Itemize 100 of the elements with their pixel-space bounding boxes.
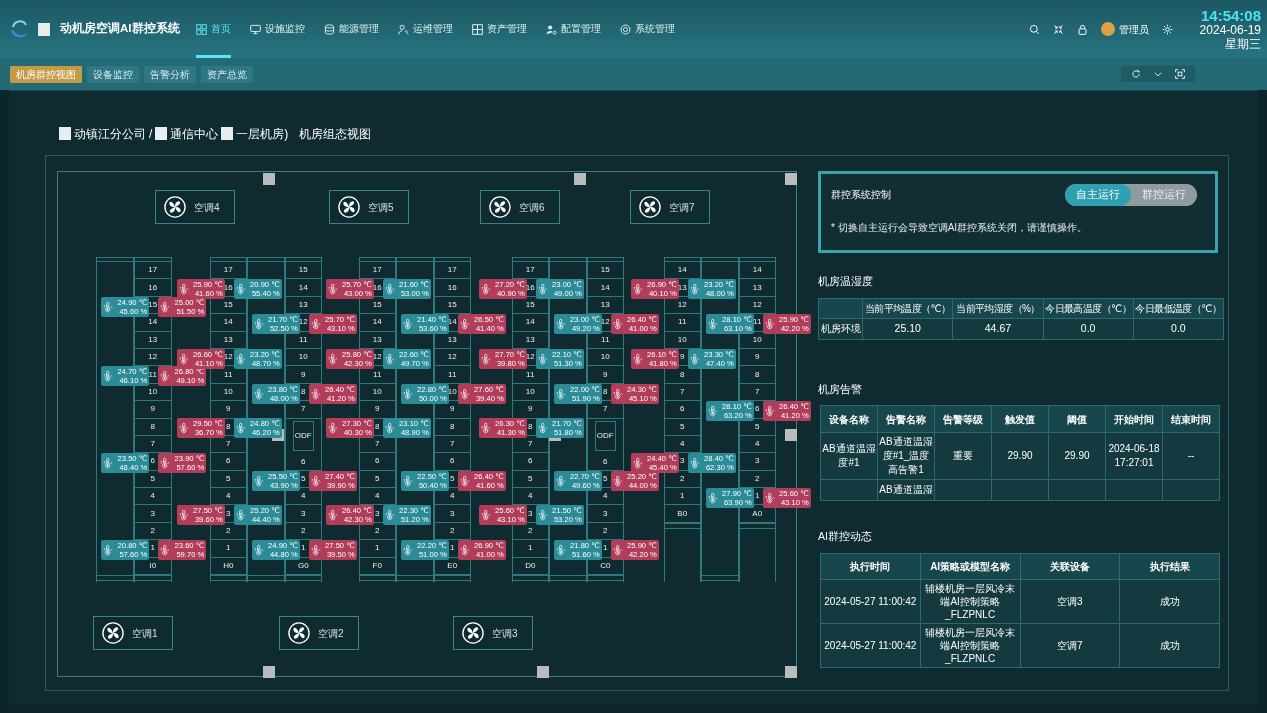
- rack-unit: 9: [434, 401, 470, 419]
- rack-unit: 5: [210, 470, 246, 489]
- rack-unit: 11: [587, 331, 623, 349]
- ac-unit[interactable]: 空调4: [155, 190, 235, 224]
- thermometer-icon: [537, 509, 548, 522]
- rack-unit: 1: [210, 540, 246, 558]
- ac-unit[interactable]: 空调6: [480, 190, 560, 224]
- thermometer-icon: [480, 509, 491, 522]
- square-marker: [263, 666, 275, 678]
- table-cell: 29.90: [991, 432, 1049, 480]
- rack-unit: F0: [359, 557, 395, 576]
- rack-unit: 7: [210, 435, 246, 454]
- clock-date: 2024-06-19: [1199, 23, 1261, 38]
- rack-unit: 11: [210, 366, 246, 384]
- square-marker: [785, 173, 797, 185]
- rack-unit: 13: [434, 331, 470, 349]
- rack-unit: 10: [210, 383, 246, 402]
- nav-link[interactable]: 资产管理: [471, 0, 527, 58]
- view-tab[interactable]: 告警分析: [144, 65, 196, 83]
- user-name[interactable]: 管理员: [1118, 21, 1149, 37]
- thermometer-icon: [253, 387, 264, 400]
- rack-unit: 2: [512, 522, 548, 541]
- view-tab[interactable]: 设备监控: [87, 65, 139, 83]
- thermometer-icon: [764, 317, 775, 330]
- rack-unit: A0: [739, 505, 775, 523]
- refresh-icon[interactable]: [1131, 69, 1141, 80]
- ac-unit[interactable]: 空调3: [453, 616, 533, 650]
- thermometer-icon: [612, 387, 623, 400]
- nav-link[interactable]: 配置管理: [545, 0, 601, 58]
- rack-unit: 10: [359, 383, 395, 402]
- rack-unit: 14: [587, 279, 623, 297]
- rack-unit: 6: [285, 453, 321, 471]
- thermometer-icon: [632, 352, 643, 365]
- monitor-icon: [249, 23, 261, 35]
- rack-unit: 2: [359, 522, 395, 541]
- thermometer-icon: [689, 352, 700, 365]
- rack-unit: 9: [135, 401, 171, 419]
- thermometer-icon: [459, 544, 470, 557]
- thermometer-icon: [480, 283, 491, 296]
- rack-unit: 2: [664, 470, 700, 489]
- grid-icon: [195, 23, 207, 35]
- thermometer-icon: [480, 352, 491, 365]
- ac-unit[interactable]: 空调2: [279, 616, 359, 650]
- rack-unit: 3: [285, 505, 321, 523]
- thermometer-icon: [402, 474, 413, 487]
- ac-unit[interactable]: 空调7: [630, 190, 710, 224]
- thermometer-icon: [459, 387, 470, 400]
- rack-unit: 13: [359, 331, 395, 349]
- nav-link[interactable]: 能源管理: [323, 0, 379, 58]
- thermometer-icon: [178, 422, 189, 435]
- table-cell: 重要: [934, 432, 992, 480]
- odf-box: ODF: [292, 420, 314, 451]
- thermometer-icon: [384, 422, 395, 435]
- app-title: 动机房空调AI群控系统: [60, 20, 180, 37]
- table-cell: 成功: [1119, 623, 1220, 668]
- rack-unit: 7: [434, 435, 470, 454]
- rack-unit: 4: [285, 488, 321, 506]
- rack-unit: 14: [512, 314, 548, 332]
- thermometer-icon: [253, 317, 264, 330]
- collapse-icon[interactable]: [1052, 23, 1064, 35]
- search-icon[interactable]: [1028, 23, 1040, 35]
- rack-unit: I0: [135, 557, 171, 576]
- lock-icon[interactable]: [1076, 23, 1088, 35]
- view-tab[interactable]: 资产总览: [201, 65, 253, 83]
- table-header: 今日最高温度（℃）: [1043, 298, 1134, 319]
- fan-icon: [164, 196, 186, 218]
- rack-unit: H0: [210, 557, 246, 576]
- table-header: AI策略或模型名称: [920, 553, 1020, 580]
- thermometer-icon: [555, 317, 566, 330]
- rack-unit: 5: [739, 418, 775, 436]
- rack-unit: 10: [587, 348, 623, 367]
- nav-link[interactable]: 运维管理: [397, 0, 453, 58]
- ac-unit[interactable]: 空调5: [329, 190, 409, 224]
- ac-unit[interactable]: 空调1: [93, 616, 173, 650]
- breadcrumb-text: 一层机房): [236, 125, 289, 143]
- rack-unit: 12: [434, 348, 470, 367]
- nav-link[interactable]: 系统管理: [619, 0, 675, 58]
- thermometer-icon: [537, 422, 548, 435]
- rack-unit: 5: [135, 470, 171, 489]
- thermometer-icon: [402, 317, 413, 330]
- rack-unit: 1: [359, 540, 395, 558]
- table-header: 触发值: [991, 405, 1049, 433]
- fullscreen-icon[interactable]: [1175, 69, 1185, 80]
- thermometer-icon: [480, 422, 491, 435]
- table-header: 结束时间: [1162, 405, 1220, 433]
- table-cell: 2024-05-27 11:00:42: [820, 579, 921, 624]
- thermometer-icon: [612, 474, 623, 487]
- rack-unit: 11: [664, 314, 700, 332]
- avatar[interactable]: [1100, 22, 1115, 36]
- rack-unit: 10: [512, 383, 548, 402]
- thermometer-icon: [764, 491, 775, 504]
- nav-link[interactable]: 设施监控: [249, 0, 305, 58]
- square-marker: [537, 666, 549, 678]
- thermometer-icon: [612, 317, 623, 330]
- fan-icon: [462, 622, 484, 644]
- thermometer-icon: [178, 283, 189, 296]
- thermometer-icon: [612, 544, 623, 557]
- rack-unit: 11: [512, 366, 548, 384]
- mode-toggle[interactable]: 自主运行: [1065, 184, 1131, 206]
- rack-unit: 7: [359, 435, 395, 454]
